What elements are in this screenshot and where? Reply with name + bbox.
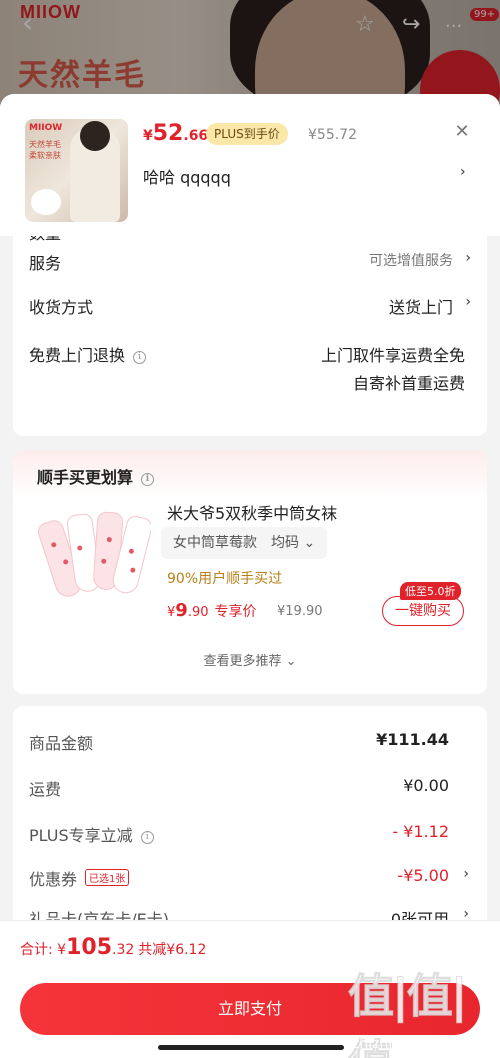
total-savings: 共减¥6.12 <box>138 942 207 958</box>
price-decimal: .32 <box>112 942 135 958</box>
plus-price-tag: PLUS到手价 <box>206 123 288 145</box>
recommend-spec-selector[interactable]: 女中筒草莓款 均码 ⌄ <box>161 527 328 559</box>
home-indicator <box>158 1045 344 1050</box>
summary-label-wrap: PLUS专享立减 i <box>29 822 154 846</box>
summary-row: 运费 ¥0.00 <box>29 776 471 800</box>
summary-value: ¥0.00 <box>403 776 449 795</box>
service-row[interactable]: 服务 可选增值服务 › <box>29 250 471 274</box>
total-label: 合计: <box>20 942 58 958</box>
thumb-sheep <box>31 189 61 215</box>
order-options: 数量 服务 可选增值服务 › 收货方式 送货上门 › 免费上门退换i 上门取件享… <box>13 214 487 436</box>
recommend-price: ¥9.90 专享价 <box>167 600 257 621</box>
delivery-value: 送货上门 <box>388 298 453 317</box>
recommend-title: 顺手买更划算 i <box>37 464 155 488</box>
return-label: 免费上门退换 <box>29 346 126 365</box>
recommend-spec-style: 女中筒草莓款 <box>173 535 257 551</box>
service-label: 服务 <box>29 254 62 273</box>
price-decimal: .66 <box>183 128 209 144</box>
product-header: MIIOW 天然羊毛 柔软亲肤 ¥52.66 PLUS到手价 ¥55.72 ✕ … <box>0 94 500 236</box>
summary-value: -¥5.00 <box>397 866 449 885</box>
pay-now-button[interactable]: 立即支付 <box>20 983 480 1035</box>
recommend-item-name[interactable]: 米大爷5双秋季中筒女袜 <box>167 500 337 524</box>
price-tag: 专享价 <box>214 604 257 620</box>
chevron-right-icon: › <box>465 250 471 266</box>
chevron-right-icon: › <box>465 294 471 310</box>
delivery-row[interactable]: 收货方式 送货上门 › <box>29 294 471 318</box>
price-integer: 105 <box>66 935 113 960</box>
checkout-sheet: MIIOW 天然羊毛 柔软亲肤 ¥52.66 PLUS到手价 ¥55.72 ✕ … <box>0 94 500 1058</box>
price-currency: ¥ <box>143 128 153 144</box>
summary-value: - ¥1.12 <box>392 822 449 841</box>
add-on-recommendation: 顺手买更划算 i 米大爷5双秋季中筒女袜 女中筒草莓款 均码 ⌄ 90%用户顺手买过… <box>13 450 487 694</box>
info-icon[interactable]: i <box>133 351 147 364</box>
selected-spec[interactable]: 哈哈 qqqqq <box>143 164 231 188</box>
close-icon[interactable]: ✕ <box>452 122 472 142</box>
original-price: ¥55.72 <box>308 127 357 143</box>
summary-label: PLUS专享立减 <box>29 826 133 845</box>
chevron-right-icon[interactable]: › <box>460 164 466 180</box>
recommend-title-text: 顺手买更划算 <box>37 468 134 487</box>
coupon-selected-badge: 已选1张 <box>85 869 130 886</box>
return-label-wrap: 免费上门退换 i <box>29 342 147 366</box>
chevron-right-icon: › <box>463 866 469 882</box>
product-thumbnail: MIIOW 天然羊毛 柔软亲肤 <box>25 119 128 222</box>
price-decimal: .90 <box>187 605 209 620</box>
price-summary: 商品金额 ¥111.44 运费 ¥0.00 PLUS专享立减 i - ¥1.12 … <box>13 706 487 936</box>
return-value-line1: 上门取件享运费全免 <box>320 346 465 365</box>
current-price: ¥52.66 <box>143 121 208 146</box>
summary-label: 优惠券 <box>29 870 78 889</box>
more-recommendations-link[interactable]: 查看更多推荐 ⌄ <box>13 650 487 669</box>
return-row: 免费上门退换 i 上门取件享运费全免 自寄补首重运费 <box>29 342 471 402</box>
recommend-note: 90%用户顺手买过 <box>167 571 283 587</box>
discount-badge: 低至5.0折 <box>400 582 461 600</box>
recommend-original-price: ¥19.90 <box>277 604 323 619</box>
thumb-brand: MIIOW <box>29 123 63 133</box>
thumb-promo-text: 天然羊毛 柔软亲肤 <box>29 140 61 160</box>
checkout-bar: 合计: ¥105.32 共减¥6.12 立即支付 <box>0 920 500 1058</box>
summary-value: ¥111.44 <box>376 730 449 749</box>
price-currency: ¥ <box>57 942 67 958</box>
one-click-buy-button[interactable]: 一键购买 <box>382 596 464 626</box>
info-icon[interactable]: i <box>140 831 154 844</box>
info-icon[interactable]: i <box>141 473 155 486</box>
summary-label: 运费 <box>29 780 62 799</box>
summary-label-wrap: 优惠券 已选1张 <box>29 866 130 890</box>
socks-image[interactable] <box>37 498 151 612</box>
summary-label: 商品金额 <box>29 734 94 753</box>
recommend-spec-size: 均码 ⌄ <box>271 535 316 551</box>
coupon-row[interactable]: 优惠券 已选1张 -¥5.00 › <box>29 866 471 890</box>
total-amount: 合计: ¥105.32 共减¥6.12 <box>20 935 206 960</box>
summary-row: 商品金额 ¥111.44 <box>29 730 471 754</box>
delivery-label: 收货方式 <box>29 298 94 317</box>
summary-row: PLUS专享立减 i - ¥1.12 <box>29 822 471 846</box>
service-value: 可选增值服务 <box>369 253 453 269</box>
price-integer: 9 <box>175 600 188 621</box>
price-integer: 52 <box>152 121 184 146</box>
return-value-line2: 自寄补首重运费 <box>352 374 465 393</box>
thumb-model-head <box>80 121 110 151</box>
